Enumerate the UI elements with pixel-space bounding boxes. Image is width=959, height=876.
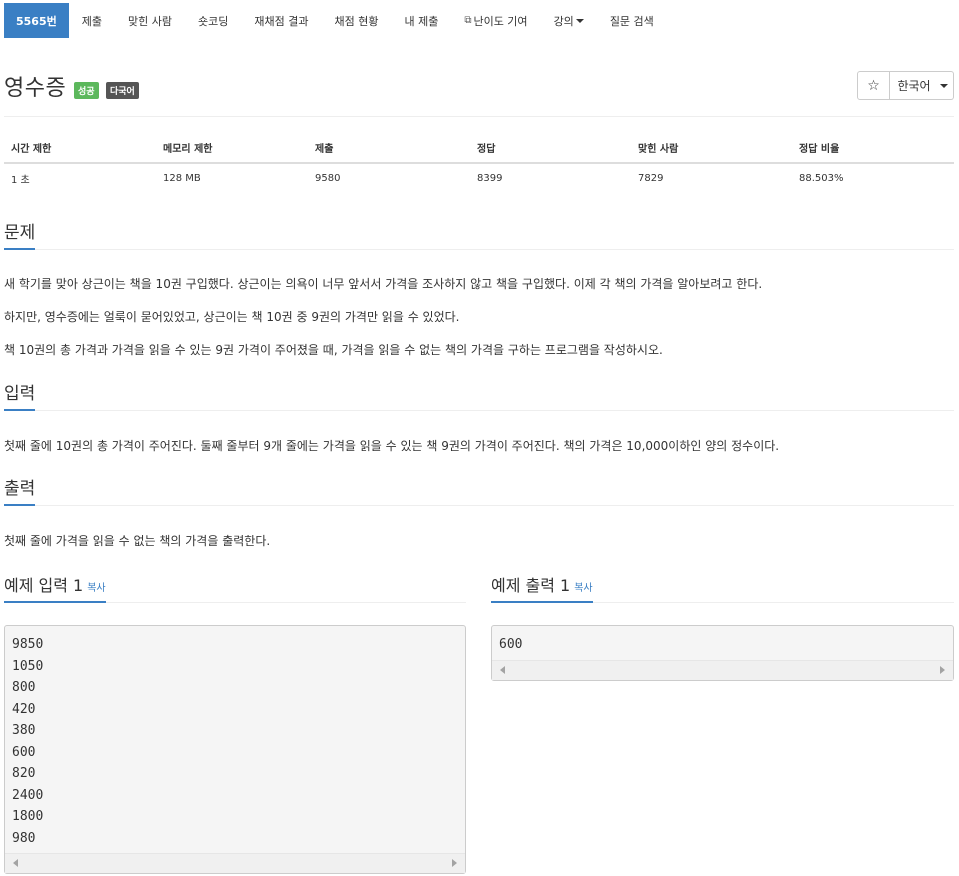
table-cell[interactable]: 7829 xyxy=(631,163,792,193)
nav-tab-lectures[interactable]: 강의 xyxy=(541,3,597,38)
scroll-right-icon[interactable] xyxy=(452,859,457,867)
copy-button[interactable]: 복사 xyxy=(87,583,105,594)
sample-heading: 예제 입력 1 복사 xyxy=(4,572,106,603)
scroll-left-icon[interactable] xyxy=(500,666,505,674)
status-badge-multilang: 다국어 xyxy=(106,82,139,99)
sample-heading: 예제 출력 1 복사 xyxy=(491,572,593,603)
problem-paragraph: 책 10권의 총 가격과 가격을 읽을 수 있는 9권 가격이 주어졌을 때, … xyxy=(4,343,663,357)
column-header: 시간 제한 xyxy=(4,133,156,164)
column-header: 정답 비율 xyxy=(792,133,954,164)
section-problem: 문제 xyxy=(4,220,954,250)
nav-tab-label: 5565번 xyxy=(16,14,57,28)
code-line: 980 xyxy=(12,830,36,846)
sample-title: 예제 출력 1 xyxy=(491,576,571,595)
code-line: 2400 xyxy=(12,787,44,803)
sample-input-code: 9850 1050 800 420 380 600 820 2400 1800 980 xyxy=(5,626,465,849)
language-label: 한국어 xyxy=(897,79,931,93)
nav-tab-label: 맞힌 사람 xyxy=(128,14,172,28)
sample-output-code: 600 xyxy=(492,626,953,656)
code-line: 1800 xyxy=(12,809,44,824)
nav-tab-difficulty[interactable]: ⧉ 난이도 기여 xyxy=(451,3,540,38)
scroll-left-icon[interactable] xyxy=(13,859,18,867)
horizontal-scrollbar[interactable] xyxy=(5,853,465,873)
nav-tab-problem[interactable]: 5565번 xyxy=(4,3,69,38)
table-cell: 88.503% xyxy=(799,173,844,184)
nav-tab-label: 채점 현황 xyxy=(334,14,379,28)
nav-tab-label: 재채점 결과 xyxy=(254,14,309,28)
sample-output-box[interactable]: 600 xyxy=(491,625,954,681)
sample-input-header: 예제 입력 1 복사 xyxy=(4,573,466,603)
table-header-row: 시간 제한 메모리 제한 제출 정답 맞힌 사람 정답 비율 xyxy=(4,133,954,164)
code-line: 820 xyxy=(12,766,36,781)
problem-info-table: 시간 제한 메모리 제한 제출 정답 맞힌 사람 정답 비율 1 초 128 M… xyxy=(4,133,954,193)
table-cell: 1 초 xyxy=(11,175,30,186)
sample-title: 예제 입력 1 xyxy=(4,576,84,595)
external-link-icon: ⧉ xyxy=(464,15,472,26)
column-header: 제출 xyxy=(308,133,470,164)
nav-tab-label: 제출 xyxy=(81,14,102,28)
problem-actions: ☆ 한국어 xyxy=(857,71,954,100)
nav-tab-solvers[interactable]: 맞힌 사람 xyxy=(115,3,185,38)
caret-down-icon xyxy=(575,18,584,23)
nav-tab-questions[interactable]: 질문 검색 xyxy=(597,3,667,38)
problem-title: 영수증 xyxy=(4,76,67,101)
nav-tab-rejudge[interactable]: 재채점 결과 xyxy=(241,3,321,38)
code-line: 1050 xyxy=(12,658,44,674)
caret-down-icon xyxy=(939,83,948,88)
star-button[interactable]: ☆ xyxy=(857,71,890,100)
code-line: 600 xyxy=(12,744,36,760)
code-line: 800 xyxy=(12,680,36,695)
nav-tab-label: 강의 xyxy=(553,14,574,28)
language-dropdown[interactable]: 한국어 xyxy=(890,71,954,100)
nav-tab-label: 질문 검색 xyxy=(609,14,654,28)
problem-paragraph: 새 학기를 맞아 상근이는 책을 10권 구입했다. 상근이는 의욕이 너무 앞… xyxy=(4,277,763,291)
nav-tab-label: 난이도 기여 xyxy=(473,14,528,28)
table-row: 1 초 128 MB 9580 8399 7829 88.503% xyxy=(4,163,954,193)
column-header: 정답 xyxy=(470,133,631,164)
section-input: 입력 xyxy=(4,381,954,411)
code-line: 9850 xyxy=(12,637,44,652)
divider xyxy=(4,116,954,117)
section-output: 출력 xyxy=(4,476,954,506)
column-header: 맞힌 사람 xyxy=(631,133,792,164)
section-heading: 문제 xyxy=(4,218,36,250)
column-header: 메모리 제한 xyxy=(156,133,308,164)
input-paragraph: 첫째 줄에 10권의 총 가격이 주어진다. 둘째 줄부터 9개 줄에는 가격을… xyxy=(4,439,780,453)
section-heading: 출력 xyxy=(4,474,36,506)
code-line: 380 xyxy=(12,723,36,738)
nav-tab-status[interactable]: 채점 현황 xyxy=(321,3,391,38)
copy-button[interactable]: 복사 xyxy=(574,583,592,594)
table-cell: 128 MB xyxy=(163,173,201,184)
star-icon: ☆ xyxy=(867,77,880,94)
table-cell[interactable]: 8399 xyxy=(470,163,631,193)
table-cell[interactable]: 9580 xyxy=(308,163,470,193)
code-line: 600 xyxy=(499,637,523,652)
nav-tab-my-submissions[interactable]: 내 제출 xyxy=(391,3,451,38)
horizontal-scrollbar[interactable] xyxy=(492,660,953,680)
problem-nav: 5565번 제출 맞힌 사람 숏코딩 재채점 결과 채점 현황 내 제출 ⧉ 난이… xyxy=(4,3,667,38)
output-paragraph: 첫째 줄에 가격을 읽을 수 없는 책의 가격을 출력한다. xyxy=(4,534,271,548)
sample-output-header: 예제 출력 1 복사 xyxy=(491,573,954,603)
nav-tab-label: 내 제출 xyxy=(404,14,439,28)
nav-tab-short-coding[interactable]: 숏코딩 xyxy=(185,3,241,38)
nav-tab-submit[interactable]: 제출 xyxy=(69,3,115,38)
code-line: 420 xyxy=(12,701,36,717)
section-heading: 입력 xyxy=(4,379,36,411)
sample-input-box[interactable]: 9850 1050 800 420 380 600 820 2400 1800 980 xyxy=(4,625,466,874)
status-badge-success: 성공 xyxy=(74,82,99,99)
problem-paragraph: 하지만, 영수증에는 얼룩이 묻어있었고, 상근이는 책 10권 중 9권의 가… xyxy=(4,310,460,324)
scroll-right-icon[interactable] xyxy=(940,666,945,674)
nav-tab-label: 숏코딩 xyxy=(197,14,229,28)
